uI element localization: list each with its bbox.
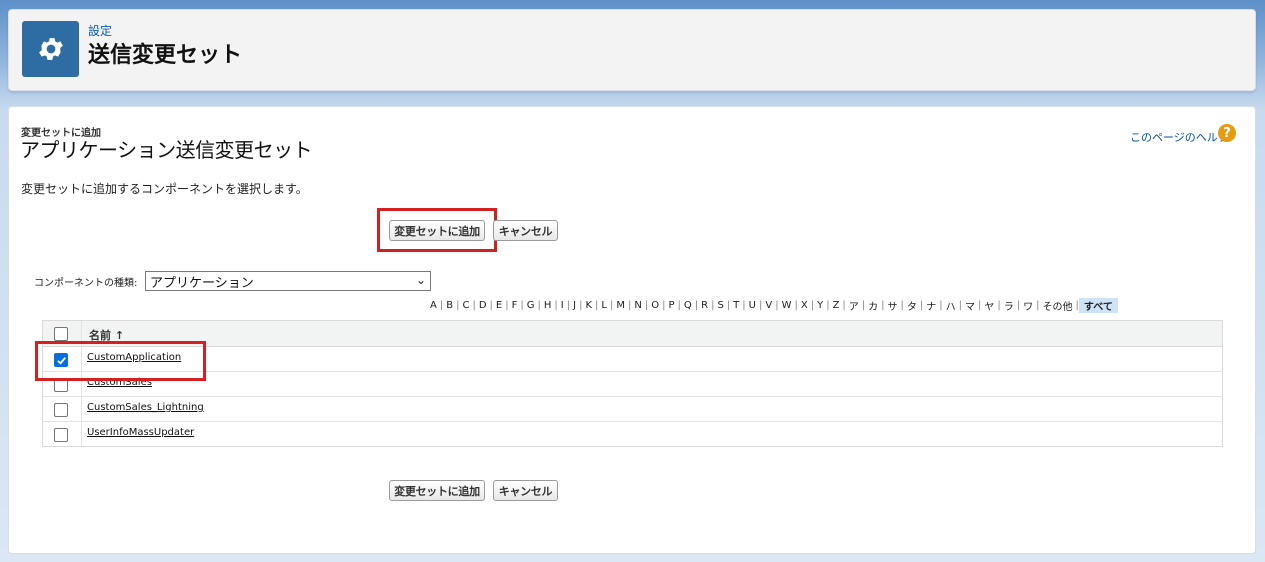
alphabet-filter-item[interactable]: D bbox=[476, 300, 490, 311]
alphabet-filter-item[interactable]: O bbox=[648, 300, 662, 311]
component-link[interactable]: CustomSales_Lightning bbox=[87, 402, 204, 413]
highlight-box bbox=[35, 341, 206, 381]
component-type-label: コンポーネントの種類: bbox=[34, 278, 138, 289]
table-row: CustomSales bbox=[43, 372, 1222, 397]
cancel-button[interactable]: キャンセル bbox=[493, 220, 558, 241]
alphabet-filter-item[interactable]: F bbox=[509, 300, 521, 311]
add-to-changeset-button-bottom[interactable]: 変更セットに追加 bbox=[389, 480, 485, 501]
add-to-changeset-button[interactable]: 変更セットに追加 bbox=[389, 220, 485, 241]
alphabet-filter-item[interactable]: S bbox=[714, 300, 726, 311]
help-link[interactable]: このページのヘルプ bbox=[1130, 129, 1229, 145]
alphabet-filter-item[interactable]: I bbox=[558, 300, 567, 311]
alphabet-filter-item[interactable]: ヤ bbox=[981, 298, 997, 313]
help-icon[interactable]: ? bbox=[1218, 124, 1236, 142]
main-content: 変更セットに追加 アプリケーション送信変更セット このページのヘルプ ? 変更セ… bbox=[8, 106, 1256, 554]
alphabet-filter-item[interactable]: H bbox=[541, 300, 555, 311]
page-header: 設定 送信変更セット bbox=[8, 9, 1256, 91]
component-type-value: アプリケーション bbox=[150, 275, 254, 291]
gear-icon bbox=[22, 21, 79, 77]
alphabet-filter-item[interactable]: M bbox=[613, 300, 628, 311]
alphabet-filter-item[interactable]: Q bbox=[681, 300, 695, 311]
alphabet-filter-item[interactable]: C bbox=[459, 300, 472, 311]
alphabet-filter-item[interactable]: サ bbox=[885, 298, 901, 313]
table-row: CustomSales_Lightning bbox=[43, 397, 1222, 422]
alphabet-filter-item[interactable]: W bbox=[779, 300, 795, 311]
alphabet-filter-item[interactable]: G bbox=[524, 300, 538, 311]
alphabet-filter-item[interactable]: ハ bbox=[943, 298, 959, 313]
alphabet-filter-item[interactable]: ナ bbox=[923, 298, 939, 313]
component-link[interactable]: UserInfoMassUpdater bbox=[87, 427, 194, 438]
cancel-button-bottom[interactable]: キャンセル bbox=[493, 480, 558, 501]
alphabet-filter-item[interactable]: J bbox=[570, 300, 579, 311]
row-checkbox[interactable] bbox=[54, 428, 68, 442]
alphabet-filter-item[interactable]: ラ bbox=[1001, 298, 1017, 313]
select-all-checkbox[interactable] bbox=[54, 327, 68, 341]
alphabet-filter-item[interactable]: P bbox=[665, 300, 677, 311]
alphabet-filter-item[interactable]: U bbox=[746, 300, 759, 311]
alphabet-filter-item[interactable]: すべて bbox=[1078, 297, 1118, 313]
component-table: 名前 ↑ CustomApplication CustomSales Custo… bbox=[42, 320, 1223, 447]
alphabet-filter-item[interactable]: ア bbox=[846, 298, 862, 313]
alphabet-filter-item[interactable]: B bbox=[443, 300, 456, 311]
page-title: 送信変更セット bbox=[88, 43, 243, 68]
alphabet-filter-item[interactable]: T bbox=[730, 300, 742, 311]
alphabet-filter-item[interactable]: カ bbox=[865, 298, 881, 313]
alphabet-filter-item[interactable]: R bbox=[698, 300, 711, 311]
alphabet-filter-item[interactable]: その他 bbox=[1040, 298, 1076, 313]
alphabet-filter: A | B | C | D | E | F | G | H | I | J | K | L | M | N | O | P | Q | R | S | T |… bbox=[427, 297, 1118, 313]
table-header: 名前 ↑ bbox=[43, 321, 1222, 347]
description-text: 変更セットに追加するコンポーネントを選択します。 bbox=[21, 182, 308, 196]
alphabet-filter-item[interactable]: L bbox=[598, 300, 610, 311]
alphabet-filter-item[interactable]: Y bbox=[814, 300, 826, 311]
alphabet-filter-item[interactable]: タ bbox=[904, 298, 920, 313]
alphabet-filter-item[interactable]: A bbox=[427, 300, 440, 311]
table-row: CustomApplication bbox=[43, 347, 1222, 372]
alphabet-filter-item[interactable]: X bbox=[798, 300, 811, 311]
alphabet-filter-item[interactable]: V bbox=[762, 300, 775, 311]
table-row: UserInfoMassUpdater bbox=[43, 422, 1222, 447]
alphabet-filter-item[interactable]: E bbox=[493, 300, 505, 311]
row-checkbox[interactable] bbox=[54, 403, 68, 417]
alphabet-filter-item[interactable]: Z bbox=[830, 300, 843, 311]
chevron-down-icon: ⌄ bbox=[415, 273, 426, 287]
alphabet-filter-item[interactable]: ワ bbox=[1020, 298, 1036, 313]
section-title: アプリケーション送信変更セット bbox=[20, 138, 313, 162]
alphabet-filter-item[interactable]: マ bbox=[962, 298, 978, 313]
component-type-select[interactable]: アプリケーション ⌄ bbox=[145, 271, 431, 291]
alphabet-filter-item[interactable]: K bbox=[582, 300, 595, 311]
alphabet-filter-item[interactable]: N bbox=[631, 300, 644, 311]
